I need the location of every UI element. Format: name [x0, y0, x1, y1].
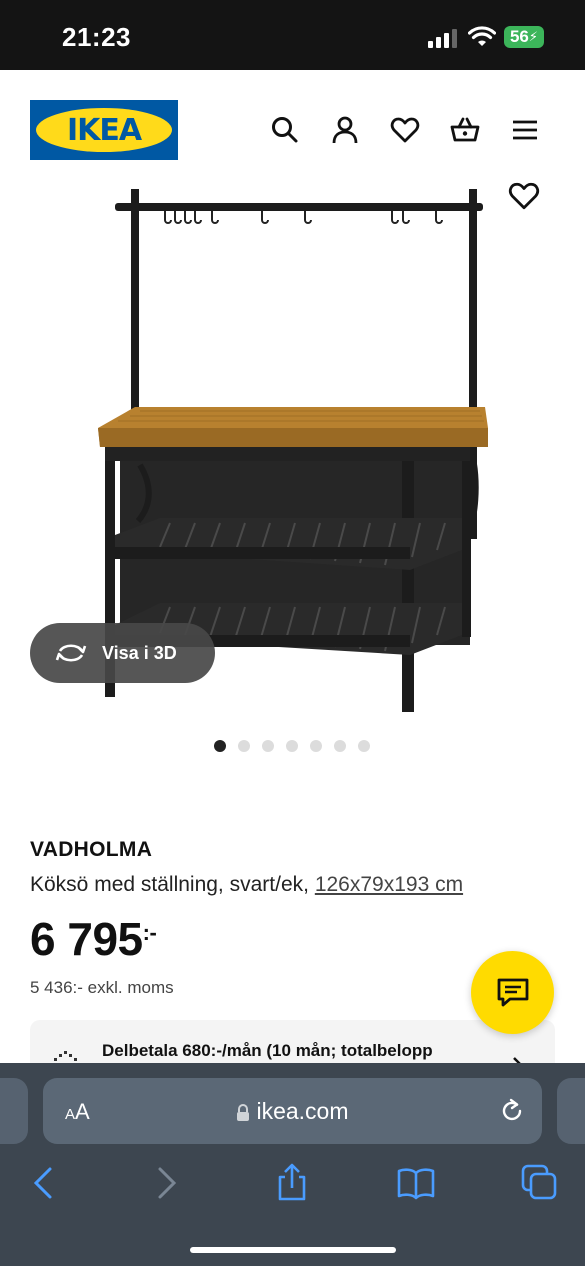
add-to-favourites-icon[interactable] [508, 180, 540, 212]
back-icon[interactable] [24, 1163, 64, 1203]
tabs-icon[interactable] [520, 1163, 560, 1203]
cellular-signal-icon [428, 29, 457, 48]
chat-icon [497, 978, 528, 1006]
bookmarks-icon[interactable] [396, 1163, 436, 1203]
url-display[interactable]: ikea.com [43, 1098, 542, 1125]
gallery-dot[interactable] [238, 740, 250, 752]
gallery-pagination [214, 740, 370, 752]
account-icon[interactable] [330, 115, 360, 145]
search-icon[interactable] [270, 115, 300, 145]
status-time: 21:23 [62, 22, 131, 52]
gallery-dot[interactable] [214, 740, 226, 752]
chat-button[interactable] [471, 951, 554, 1034]
wifi-icon [468, 26, 496, 46]
share-icon[interactable] [272, 1163, 312, 1203]
menu-icon[interactable] [510, 115, 540, 145]
next-tab-peek[interactable] [557, 1078, 585, 1144]
status-bar: 21:23 56 ⚡ [0, 0, 585, 70]
gallery-dot[interactable] [334, 740, 346, 752]
view-in-3d-label: Visa i 3D [102, 642, 177, 663]
price-suffix: :- [142, 920, 157, 945]
lock-icon [237, 1103, 250, 1121]
charging-bolt-icon: ⚡ [528, 29, 539, 44]
view-in-3d-button[interactable]: Visa i 3D [30, 623, 215, 683]
gallery-dot[interactable] [286, 740, 298, 752]
product-description: Köksö med ställning, svart/ek, 126x79x19… [30, 873, 463, 897]
gallery-dot[interactable] [262, 740, 274, 752]
product-type: Köksö med ställning, svart/ek, [30, 873, 309, 896]
product-name: VADHOLMA [30, 838, 153, 861]
price-excl-vat: 5 436:- exkl. moms [30, 978, 174, 997]
financing-text: Delbetala 680:-/mån (10 mån; totalbelopp [102, 1041, 433, 1060]
basket-icon[interactable] [450, 115, 480, 145]
address-bar[interactable]: AA ikea.com [43, 1078, 542, 1144]
logo-text: IKEA [66, 112, 142, 148]
site-header: IKEA [0, 70, 585, 185]
battery-level: 56 [509, 27, 529, 46]
previous-tab-peek[interactable] [0, 1078, 28, 1144]
browser-toolbar: AA ikea.com [0, 1063, 585, 1266]
heart-icon[interactable] [390, 115, 420, 145]
logo-oval: IKEA [36, 108, 172, 152]
forward-icon[interactable] [146, 1163, 186, 1203]
gallery-dot[interactable] [358, 740, 370, 752]
reload-icon[interactable] [498, 1097, 526, 1125]
ikea-logo[interactable]: IKEA [30, 100, 178, 160]
battery-indicator: 56 ⚡ [504, 26, 544, 48]
rotate-3d-icon [55, 644, 87, 662]
browser-nav-row [0, 1163, 585, 1207]
url-text: ikea.com [256, 1098, 349, 1124]
gallery-dot[interactable] [310, 740, 322, 752]
price-value: 6 795 [30, 913, 143, 965]
product-price: 6 795:- [30, 912, 157, 966]
product-dimensions-link[interactable]: 126x79x193 cm [315, 873, 463, 896]
home-indicator [190, 1247, 396, 1253]
